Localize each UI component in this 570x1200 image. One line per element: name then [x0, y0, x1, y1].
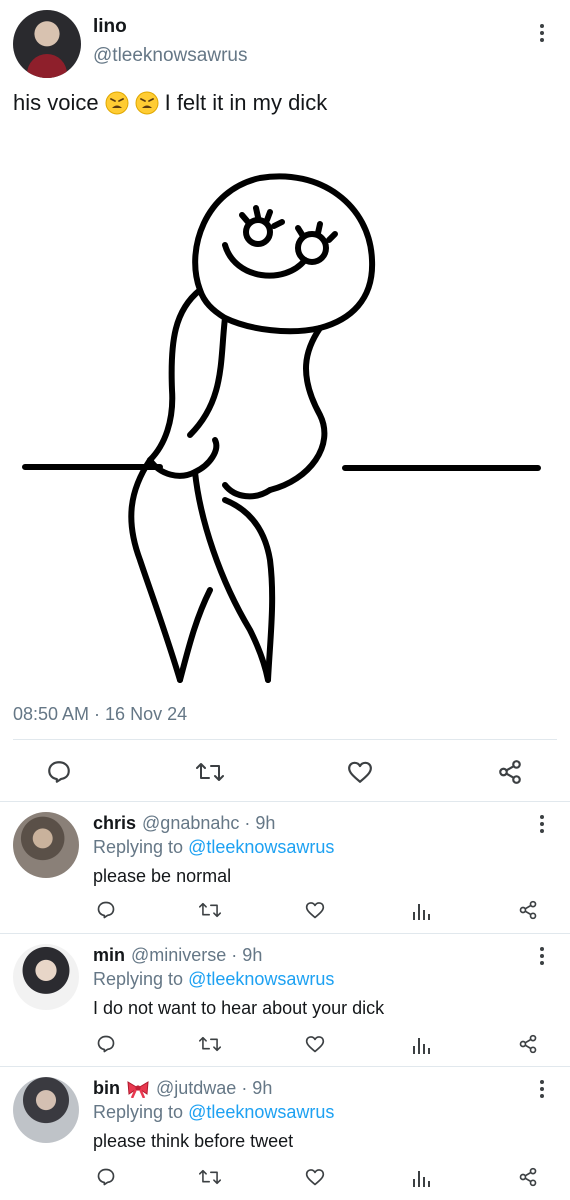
divider	[0, 933, 570, 934]
reply-text: please be normal	[93, 866, 232, 886]
share-icon[interactable]	[496, 758, 524, 786]
tweet-actions	[0, 752, 570, 792]
reply-text: please think before tweet	[93, 1131, 294, 1151]
weary-face-emoji	[135, 91, 159, 115]
analytics-icon[interactable]	[410, 1166, 432, 1188]
replying-to-label: Replying to	[93, 969, 184, 989]
reply-author-name[interactable]: chris	[93, 813, 136, 834]
replying-to-label: Replying to	[93, 837, 184, 857]
reply-author-handle[interactable]: @jutdwae · 9h	[156, 1078, 272, 1099]
like-icon[interactable]	[304, 899, 326, 921]
reply-author-name[interactable]: min	[93, 945, 125, 966]
retweet-icon[interactable]	[198, 899, 222, 921]
ribbon-emoji	[127, 1080, 149, 1098]
more-options-icon[interactable]	[539, 1080, 545, 1098]
divider	[0, 1066, 570, 1067]
divider	[13, 739, 557, 740]
reply-icon[interactable]	[95, 899, 117, 921]
reply-avatar[interactable]	[13, 1077, 79, 1143]
replying-to-mention[interactable]: @tleeknowsawrus	[188, 837, 334, 857]
retweet-icon[interactable]	[198, 1166, 222, 1188]
more-options-icon[interactable]	[539, 24, 545, 42]
reply-actions	[0, 1033, 570, 1057]
analytics-icon[interactable]	[410, 899, 432, 921]
share-icon[interactable]	[517, 1166, 539, 1188]
retweet-icon[interactable]	[195, 758, 225, 786]
reply-icon[interactable]	[95, 1033, 117, 1055]
share-icon[interactable]	[517, 899, 539, 921]
more-options-icon[interactable]	[539, 947, 545, 965]
replying-to-mention[interactable]: @tleeknowsawrus	[188, 1102, 334, 1122]
reply-icon[interactable]	[95, 1166, 117, 1188]
reply-tweet[interactable]: min @miniverse · 9h Replying to @tleekno…	[0, 935, 570, 1065]
reply-actions	[0, 1166, 570, 1190]
tweet-text: his voice I felt it in my dick	[13, 90, 327, 116]
replying-to: Replying to @tleeknowsawrus	[93, 837, 334, 858]
replying-to: Replying to @tleeknowsawrus	[93, 969, 334, 990]
more-options-icon[interactable]	[539, 815, 545, 833]
reply-author-handle[interactable]: @gnabnahc · 9h	[142, 813, 275, 834]
reply-text: I do not want to hear about your dick	[93, 998, 385, 1018]
reply-actions	[0, 899, 570, 923]
like-icon[interactable]	[304, 1033, 326, 1055]
share-icon[interactable]	[517, 1033, 539, 1055]
retweet-icon[interactable]	[198, 1033, 222, 1055]
replying-to-label: Replying to	[93, 1102, 184, 1122]
reply-avatar[interactable]	[13, 812, 79, 878]
author-avatar[interactable]	[13, 10, 81, 78]
tweet-text-end: I felt it in my dick	[164, 90, 328, 115]
analytics-icon[interactable]	[410, 1033, 432, 1055]
reply-tweet[interactable]: chris @gnabnahc · 9h Replying to @tleekn…	[0, 803, 570, 933]
reply-author-handle[interactable]: @miniverse · 9h	[131, 945, 262, 966]
author-handle[interactable]: @tleeknowsawrus	[93, 45, 247, 67]
reply-icon[interactable]	[45, 758, 73, 786]
replying-to-mention[interactable]: @tleeknowsawrus	[188, 969, 334, 989]
reply-avatar[interactable]	[13, 944, 79, 1010]
reply-tweet[interactable]: bin @jutdwae · 9h Replying to @tleeknows…	[0, 1068, 570, 1200]
author-name[interactable]: lino	[93, 16, 127, 38]
reply-author-name[interactable]: bin	[93, 1078, 120, 1099]
weary-face-emoji	[105, 91, 129, 115]
doodle-image[interactable]	[20, 160, 550, 690]
tweet-timestamp[interactable]: 08:50 AM · 16 Nov 24	[13, 704, 187, 725]
tweet-text-start: his voice	[13, 90, 99, 115]
divider	[0, 801, 570, 802]
replying-to: Replying to @tleeknowsawrus	[93, 1102, 334, 1123]
like-icon[interactable]	[304, 1166, 326, 1188]
like-icon[interactable]	[346, 758, 374, 786]
